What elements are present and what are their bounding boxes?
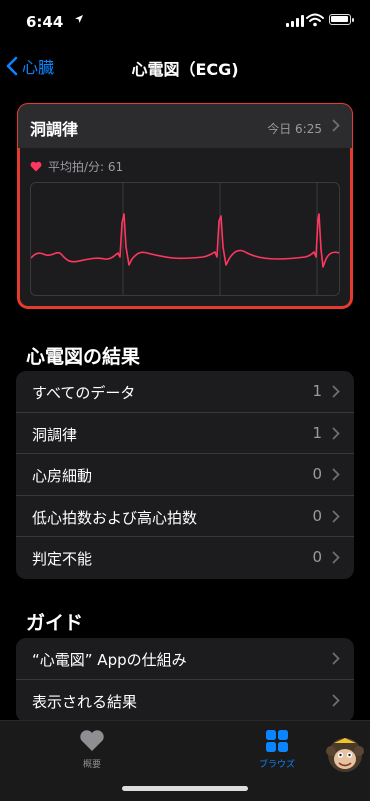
chevron-right-icon	[332, 510, 340, 523]
tab-browse[interactable]: ブラウズ	[237, 729, 317, 770]
guide-list: “心電図” Appの仕組み 表示される結果	[16, 638, 354, 722]
guide-row-how-ecg-works[interactable]: “心電図” Appの仕組み	[16, 638, 354, 680]
result-label: 判定不能	[32, 550, 93, 569]
result-count: 0	[312, 506, 322, 525]
results-heading: 心電図の結果	[26, 346, 141, 368]
ecg-recording-card[interactable]: 洞調律 今日 6:25 平均拍/分: 61	[17, 103, 353, 309]
battery-icon	[329, 14, 354, 25]
result-row-afib[interactable]: 心房細動 0	[16, 454, 354, 496]
ecg-trace	[30, 213, 340, 268]
result-label: 心房細動	[32, 467, 93, 486]
watermark-logo	[326, 735, 364, 775]
chevron-right-icon	[332, 427, 340, 439]
guide-label: “心電図” Appの仕組み	[32, 651, 187, 669]
average-bpm: 平均拍/分: 61	[30, 158, 123, 175]
tab-browse-label: ブラウズ	[258, 760, 295, 770]
result-count: 0	[312, 548, 322, 567]
heart-icon	[80, 730, 104, 751]
result-row-sinus-rhythm[interactable]: 洞調律 1	[16, 413, 354, 455]
tab-summary[interactable]: 概要	[52, 729, 132, 770]
result-label: 洞調律	[32, 425, 78, 444]
result-count: 0	[312, 465, 322, 484]
average-bpm-label: 平均拍/分: 61	[48, 160, 124, 174]
page-title: 心電図（ECG)	[131, 60, 239, 79]
tab-summary-label: 概要	[82, 760, 101, 770]
ecg-card-header[interactable]: 洞調律 今日 6:25	[18, 104, 352, 148]
grid-icon	[266, 730, 288, 752]
chevron-right-icon	[332, 468, 340, 481]
navigation-bar: 心臓 心電図（ECG)	[0, 44, 370, 88]
home-indicator	[122, 786, 248, 791]
results-list: すべてのデータ 1 洞調律 1 心房細動 0 低心拍数および高心拍数 0 判定不…	[16, 371, 354, 579]
guide-heading: ガイド	[26, 612, 84, 634]
result-label: 低心拍数および高心拍数	[32, 508, 198, 527]
cellular-signal-icon	[286, 14, 304, 27]
result-row-all-data[interactable]: すべてのデータ 1	[16, 371, 354, 413]
ecg-classification: 洞調律	[30, 120, 79, 139]
chevron-right-icon	[332, 119, 340, 132]
result-row-inconclusive[interactable]: 判定不能 0	[16, 537, 354, 579]
result-label: すべてのデータ	[32, 384, 136, 402]
heart-icon	[30, 161, 42, 172]
chevron-right-icon	[332, 694, 340, 706]
result-count: 1	[312, 382, 322, 400]
guide-row-displayed-results[interactable]: 表示される結果	[16, 680, 354, 722]
chevron-right-icon	[332, 551, 340, 564]
ecg-waveform	[30, 182, 340, 296]
status-bar: 6:44	[0, 0, 370, 44]
wifi-icon	[306, 12, 324, 31]
location-arrow-icon	[74, 14, 84, 27]
chevron-right-icon	[332, 385, 340, 398]
status-time: 6:44	[26, 13, 64, 31]
ecg-recorded-time: 今日 6:25	[267, 122, 322, 136]
result-row-low-high-heart-rate[interactable]: 低心拍数および高心拍数 0	[16, 496, 354, 538]
guide-label: 表示される結果	[32, 692, 138, 711]
chevron-right-icon	[332, 652, 340, 665]
result-count: 1	[312, 423, 322, 442]
